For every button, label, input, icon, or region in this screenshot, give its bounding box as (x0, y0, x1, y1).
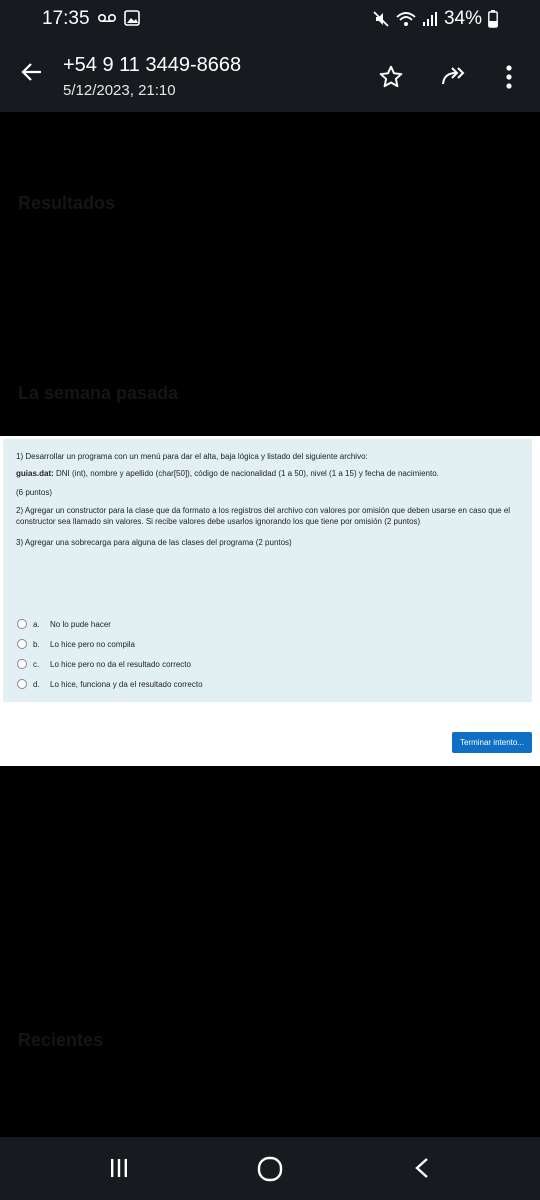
option-letter: b. (33, 639, 40, 649)
question-1-text: 1) Desarrollar un programa con un menú p… (16, 452, 368, 461)
finish-attempt-button[interactable]: Terminar intento... (451, 732, 532, 753)
question-2-text: 2) Agregar un constructor para la clase … (16, 506, 511, 526)
question-box: 1) Desarrollar un programa con un menú p… (3, 439, 532, 702)
file-name: guias.dat: (16, 469, 54, 478)
battery-icon (488, 10, 498, 28)
status-time: 17:35 (42, 8, 90, 29)
wifi-icon (396, 12, 416, 26)
radio-button[interactable] (17, 679, 27, 689)
option-letter: a. (33, 619, 40, 629)
radio-button[interactable] (17, 659, 27, 669)
message-photo[interactable]: 1) Desarrollar un programa con un menú p… (0, 436, 540, 766)
image-icon (124, 10, 140, 26)
option-c[interactable]: c. Lo hice pero no da el resultado corre… (17, 654, 203, 674)
more-vert-icon[interactable] (505, 64, 513, 90)
option-label: Lo hice pero no compila (50, 639, 135, 649)
question-3-text: 3) Agregar una sobrecarga para alguna de… (16, 538, 292, 547)
message-date: 5/12/2023, 21:10 (63, 82, 176, 99)
option-d[interactable]: d. Lo hice, funciona y da el resultado c… (17, 674, 203, 694)
voicemail-icon (98, 14, 116, 22)
answer-options: a. No lo pude hacer b. Lo hice pero no c… (17, 614, 203, 694)
home-icon[interactable] (257, 1156, 283, 1182)
recents-icon[interactable] (108, 1157, 130, 1179)
signal-icon (422, 12, 437, 26)
question-1-file-line: guias.dat: DNI (int), nombre y apellido … (3, 468, 532, 479)
option-b[interactable]: b. Lo hice pero no compila (17, 634, 203, 654)
file-description: DNI (int), nombre y apellido (char[50]),… (53, 469, 439, 478)
background-heading: Resultados (18, 193, 116, 213)
option-label: Lo hice, funciona y da el resultado corr… (50, 679, 203, 689)
option-label: Lo hice pero no da el resultado correcto (50, 659, 191, 669)
radio-button[interactable] (17, 619, 27, 629)
battery-percent: 34% (443, 8, 482, 29)
back-arrow-icon[interactable] (20, 60, 44, 84)
app-bar: +54 9 11 3449-8668 5/12/2023, 21:10 (0, 38, 540, 112)
star-icon[interactable] (378, 64, 404, 90)
contact-title: +54 9 11 3449-8668 (63, 54, 242, 76)
option-letter: c. (33, 659, 40, 669)
background-heading: Recientes (18, 1030, 104, 1050)
radio-button[interactable] (17, 639, 27, 649)
status-bar: 17:35 34% (0, 0, 540, 38)
option-a[interactable]: a. No lo pude hacer (17, 614, 203, 634)
mute-icon (373, 11, 389, 27)
back-icon[interactable] (412, 1157, 432, 1179)
navigation-bar (0, 1137, 540, 1200)
question-1-points: (6 puntos) (16, 488, 53, 497)
background-heading: La semana pasada (18, 383, 179, 403)
option-label: No lo pude hacer (50, 619, 111, 629)
share-icon[interactable] (440, 64, 468, 88)
option-letter: d. (33, 679, 40, 689)
